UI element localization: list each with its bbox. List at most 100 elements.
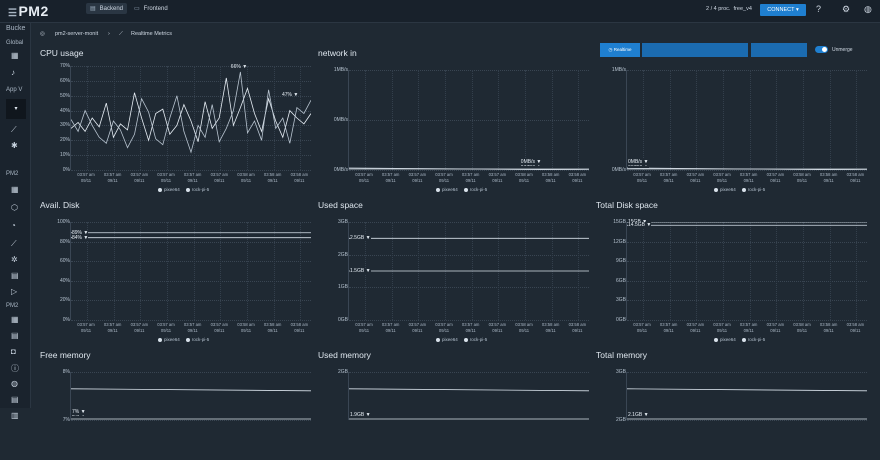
line-chart-icon[interactable]: ⟋	[11, 239, 17, 249]
apps-icon[interactable]: ▦	[11, 315, 19, 324]
x-tick-label: 03:57 am 09/11	[355, 172, 373, 183]
chart-panel-avail-disk: Avail. Disk 100% 80% 60% 40% 20% 0% 03:57 am 09…	[40, 200, 312, 360]
legend-item[interactable]: rock-pi-5	[470, 187, 488, 192]
gridline	[627, 320, 867, 321]
legend-dot-icon	[463, 187, 468, 192]
settings-icon[interactable]: ✲	[11, 255, 18, 264]
legend-item[interactable]: pixee64	[442, 337, 458, 342]
tab-backend[interactable]: ▤ Backend	[86, 3, 128, 14]
value-marker-label: 66%	[230, 63, 241, 70]
database-icon[interactable]: ▤	[11, 331, 19, 340]
x-tick-label: 03:58 am 09/11	[541, 322, 560, 333]
chart-icon[interactable]: ⟋	[11, 125, 17, 135]
legend-item[interactable]: rock-pi-5	[470, 337, 488, 342]
alert-icon[interactable]: ◘	[11, 347, 16, 356]
x-tick-label: 03:57 am 09/11	[130, 172, 149, 183]
x-tick-label: 03:58 am 09/11	[819, 322, 838, 333]
connect-button[interactable]: CONNECT ▾	[760, 4, 806, 16]
x-tick-label: 03:57 am 09/11	[157, 322, 175, 333]
chart-svg	[71, 71, 311, 154]
legend-item[interactable]: rock-pi-5	[192, 187, 210, 192]
chart-svg	[349, 237, 589, 272]
y-tick-label: 9GB	[615, 258, 626, 265]
y-tick-label: 1MB/s	[333, 67, 348, 73]
chart-panel-total-disk-space: Total Disk space 15GB 12GB 9GB 6GB 3GB 0GB 03:5…	[596, 200, 868, 360]
grid-icon[interactable]: ▦	[11, 51, 19, 60]
dashboard-icon[interactable]: ▦	[11, 185, 19, 194]
legend-dot-icon	[158, 337, 162, 342]
globe-icon[interactable]: ◍	[11, 379, 18, 388]
legend-dot-icon	[436, 187, 440, 192]
sidebar-label-buckets: Bucke	[6, 25, 26, 32]
help-icon[interactable]: ?	[816, 4, 821, 14]
y-tick-label: 30%	[59, 122, 70, 129]
chart-legend[interactable]: pixee64 rock-pi-5	[714, 337, 771, 342]
chart-legend[interactable]: pixee64 rock-pi-5	[158, 337, 215, 342]
document-icon[interactable]: ▤	[11, 271, 19, 280]
x-tick-label: 03:58 am 09/11	[515, 322, 533, 333]
legend-item[interactable]: rock-pi-5	[192, 337, 210, 342]
speedometer-icon[interactable]: ◔	[11, 221, 16, 230]
gridline	[349, 170, 589, 171]
legend-dot-icon	[741, 337, 746, 342]
value-marker-label: 1.5GB	[350, 268, 365, 274]
server-rack-icon[interactable]: ▥	[11, 411, 19, 420]
x-tick-label: 03:58 am 09/11	[263, 322, 282, 333]
gridline	[349, 320, 589, 321]
x-tick-label: 03:57 am 09/11	[103, 172, 122, 183]
list-icon[interactable]: ▤	[11, 395, 19, 404]
marker-triangle-icon: ▼	[292, 92, 299, 99]
chart-legend[interactable]: pixee64 rock-pi-5	[158, 187, 215, 192]
x-tick-label: 03:57 am 09/11	[381, 322, 400, 333]
x-tick-label: 03:57 am 09/11	[435, 172, 453, 183]
chart-title: Total Disk space	[596, 200, 658, 210]
breadcrumb-server[interactable]: pm2-server-monit	[55, 31, 98, 37]
x-tick-label: 03:57 am 09/11	[488, 322, 507, 333]
legend-item[interactable]: pixee64	[164, 187, 180, 192]
y-tick-label: 0GB	[337, 317, 348, 323]
legend-item[interactable]: pixee64	[720, 337, 736, 342]
chart-title: Used space	[318, 200, 363, 210]
y-tick-label: 7%	[62, 417, 70, 423]
legend-item[interactable]: pixee64	[164, 337, 180, 342]
legend-item[interactable]: rock-pi-5	[748, 187, 766, 192]
bell-icon[interactable]: ♪	[11, 68, 15, 77]
legend-item[interactable]: rock-pi-5	[748, 337, 766, 342]
x-tick-label: 03:58 am 09/11	[568, 322, 587, 333]
legend-item[interactable]: pixee64	[442, 187, 458, 192]
info-icon[interactable]: ⓘ	[11, 363, 19, 374]
y-tick-label: 40%	[59, 107, 70, 114]
chart-legend[interactable]: pixee64 rock-pi-5	[436, 187, 493, 192]
bug-icon[interactable]: ✱	[11, 141, 18, 150]
chart-svg	[71, 388, 311, 420]
pm2-logo[interactable]: ☰PM2	[8, 3, 49, 19]
chart-legend[interactable]: pixee64 rock-pi-5	[436, 337, 493, 342]
plot-area	[626, 222, 867, 321]
legend-dot-icon	[741, 187, 746, 192]
value-marker-label: 2.5GB	[350, 235, 365, 242]
play-icon[interactable]: ▷	[11, 287, 17, 296]
shield-icon[interactable]: ⬡	[11, 203, 18, 212]
x-tick-label: 03:58 am 09/11	[541, 172, 560, 183]
chart-title: network in	[318, 48, 357, 58]
value-marker: 1.9GB ▼	[350, 412, 371, 418]
sidebar-label-pm2: PM2	[6, 171, 19, 177]
legend-dot-icon	[158, 187, 162, 192]
gear-icon[interactable]: ⚙	[842, 4, 850, 15]
chart-title: Free memory	[40, 350, 91, 360]
chart-svg	[627, 222, 867, 226]
value-marker: 2.5GB ▼	[350, 235, 371, 242]
value-marker-label: 14.5GB	[628, 222, 645, 229]
chart-panel-network-out: 1MB/s 0MB/s 03:57 am 09/11 03:57 am 09/11 03…	[596, 48, 868, 210]
tab-frontend[interactable]: ▭ Frontend	[134, 5, 168, 12]
app-select[interactable]: ▾	[6, 99, 26, 119]
legend-item[interactable]: pixee64	[720, 187, 736, 192]
plot-area	[348, 222, 589, 321]
user-icon[interactable]: ◍	[864, 4, 872, 15]
legend-dot-icon	[714, 187, 718, 192]
y-tick-label: 70%	[59, 63, 70, 69]
marker-triangle-icon: ▼	[240, 63, 248, 70]
chart-title: CPU usage	[40, 48, 84, 58]
chart-legend[interactable]: pixee64 rock-pi-5	[714, 187, 771, 192]
chart-title: Avail. Disk	[40, 200, 80, 210]
